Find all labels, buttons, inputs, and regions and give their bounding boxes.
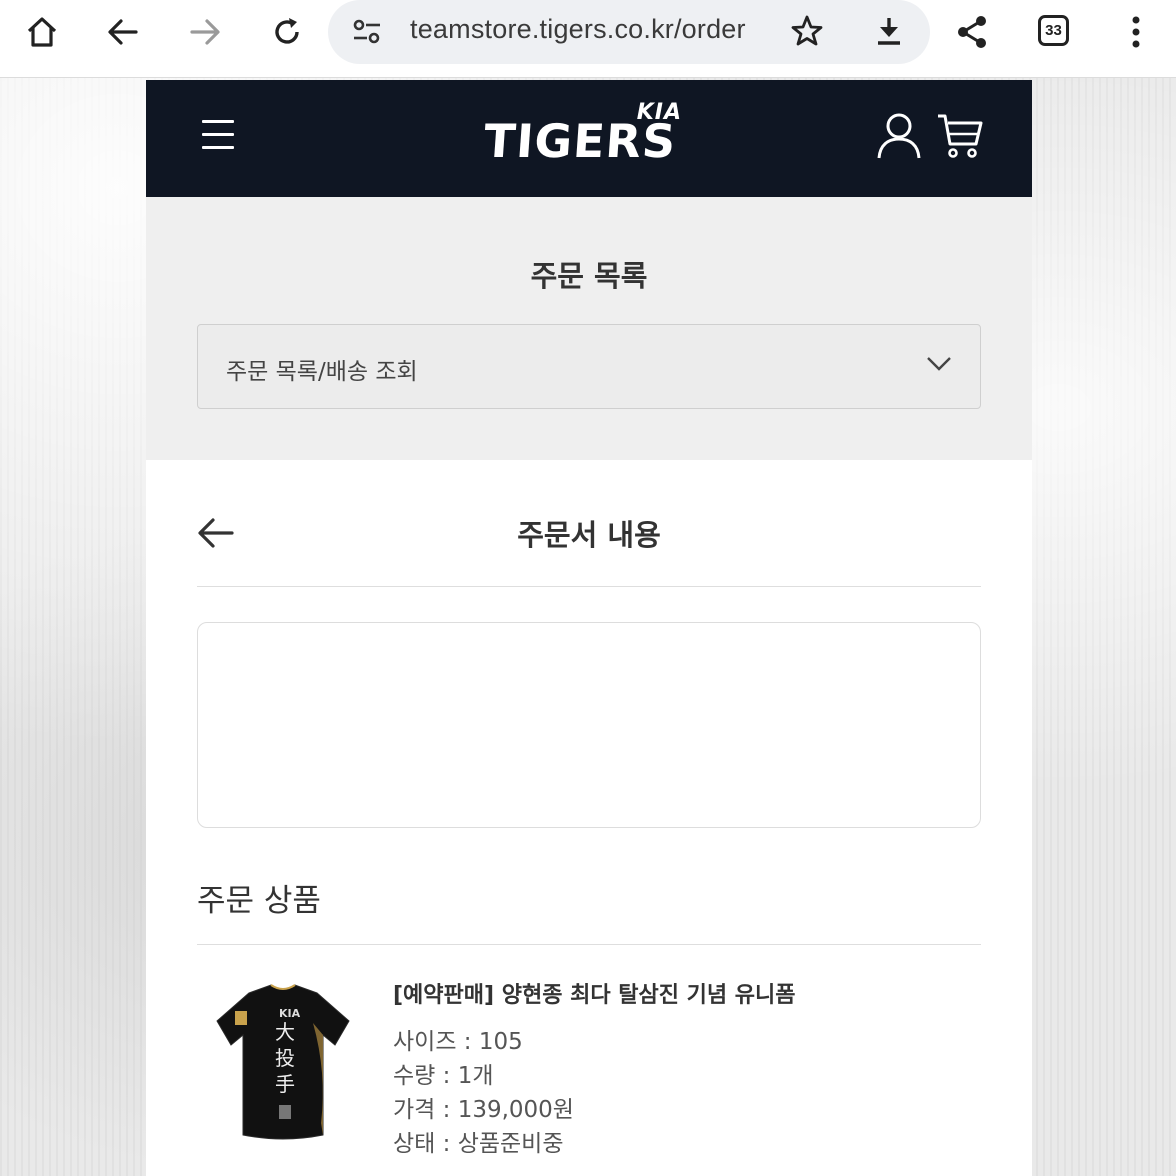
svg-text:手: 手 bbox=[275, 1072, 295, 1096]
product-size: 사이즈 : 105 bbox=[393, 1029, 523, 1055]
order-item[interactable]: KIA 大 投 手 [예약판매] 양현종 최다 탈삼진 기념 유니폼 사이즈 :… bbox=[197, 975, 981, 1175]
reload-icon[interactable] bbox=[257, 10, 317, 54]
product-name[interactable]: [예약판매] 양현종 최다 탈삼진 기념 유니폼 bbox=[393, 977, 796, 1009]
svg-text:投: 投 bbox=[275, 1046, 295, 1070]
download-icon[interactable] bbox=[872, 14, 906, 52]
store-page: KIA TIGERS 주문 목록 주문 목록/배송 조회 주문서 내용 주문 상… bbox=[146, 80, 1032, 1176]
url-text[interactable]: teamstore.tigers.co.kr/order bbox=[410, 14, 746, 45]
site-header: KIA TIGERS bbox=[146, 80, 1032, 197]
order-detail-title: 주문서 내용 bbox=[517, 518, 661, 552]
cart-icon[interactable] bbox=[936, 112, 984, 164]
order-list-section: 주문 목록 주문 목록/배송 조회 bbox=[146, 197, 1032, 460]
more-icon[interactable] bbox=[1106, 10, 1166, 54]
order-items-title: 주문 상품 bbox=[197, 883, 321, 919]
svg-text:大: 大 bbox=[275, 1020, 295, 1044]
browser-toolbar: teamstore.tigers.co.kr/order 33 bbox=[0, 0, 1176, 78]
star-icon[interactable] bbox=[790, 14, 824, 52]
user-icon[interactable] bbox=[876, 112, 922, 164]
product-quantity: 수량 : 1개 bbox=[393, 1063, 494, 1089]
url-bar[interactable]: teamstore.tigers.co.kr/order bbox=[328, 0, 930, 64]
home-icon[interactable] bbox=[12, 10, 72, 54]
chevron-down-icon bbox=[926, 355, 952, 377]
product-info: [예약판매] 양현종 최다 탈삼진 기념 유니폼 사이즈 : 105 수량 : … bbox=[393, 977, 796, 1161]
product-thumbnail[interactable]: KIA 大 投 手 bbox=[215, 983, 351, 1143]
product-price: 가격 : 139,000원 bbox=[393, 1097, 574, 1123]
order-detail-header: 주문서 내용 bbox=[197, 500, 981, 587]
order-list-title: 주문 목록 bbox=[530, 259, 648, 293]
forward-icon[interactable] bbox=[175, 10, 235, 54]
menu-icon[interactable] bbox=[202, 120, 234, 154]
divider bbox=[197, 944, 981, 945]
product-status: 상태 : 상품준비중 bbox=[393, 1131, 564, 1157]
order-menu-select-value: 주문 목록/배송 조회 bbox=[226, 359, 418, 385]
order-info-box bbox=[197, 622, 981, 828]
svg-text:KIA: KIA bbox=[279, 1007, 301, 1020]
order-menu-select[interactable]: 주문 목록/배송 조회 bbox=[197, 324, 981, 409]
back-icon[interactable] bbox=[93, 10, 153, 54]
share-icon[interactable] bbox=[942, 10, 1002, 54]
site-settings-icon[interactable] bbox=[352, 18, 382, 50]
tigers-wordmark: TIGERS bbox=[482, 114, 679, 168]
tabs-icon[interactable]: 33 bbox=[1038, 15, 1069, 46]
tigers-logo[interactable]: KIA TIGERS bbox=[482, 100, 686, 180]
